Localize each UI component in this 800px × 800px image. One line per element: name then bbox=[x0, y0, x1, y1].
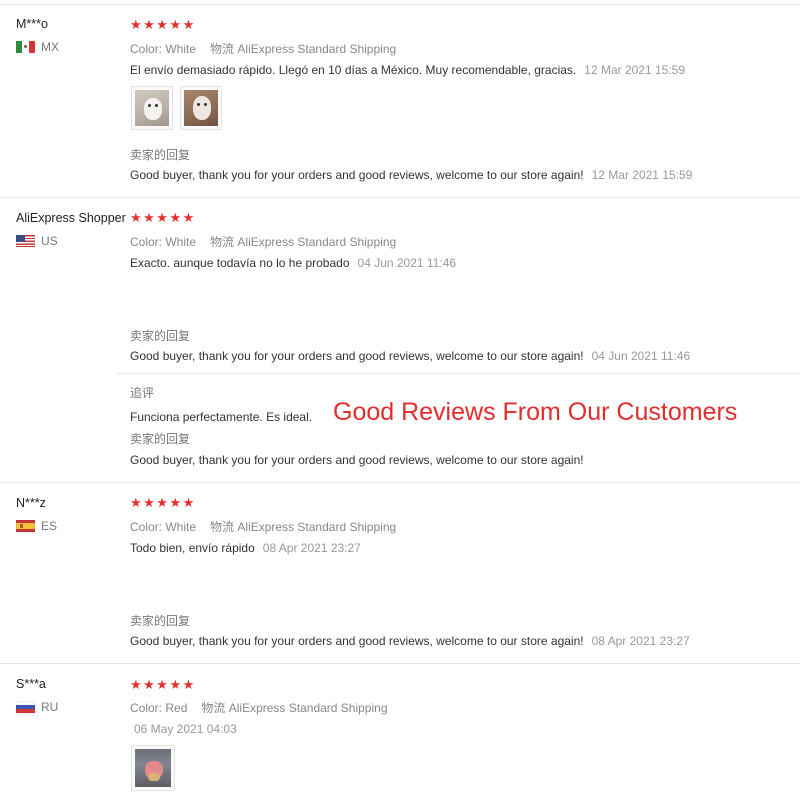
spain-flag-icon bbox=[16, 520, 35, 532]
promo-overlay-text: Good Reviews From Our Customers bbox=[333, 398, 738, 426]
review-text: Todo bien, envío rápido bbox=[130, 541, 255, 555]
seller-reply-text: Good buyer, thank you for your orders an… bbox=[130, 168, 584, 182]
reviewer-country: ES bbox=[16, 519, 57, 533]
color-value: Red bbox=[165, 701, 188, 715]
reviewer-name: S***a bbox=[16, 677, 46, 691]
seller-reply-text: Good buyer, thank you for your orders an… bbox=[130, 349, 584, 363]
color-value: White bbox=[165, 520, 197, 534]
bear-toy-photo bbox=[144, 98, 162, 120]
seller-reply-date: 08 Apr 2021 23:27 bbox=[591, 634, 690, 648]
review-divider bbox=[0, 482, 800, 483]
order-info: Color: White 物流 AliExpress Standard Shipp… bbox=[130, 40, 396, 57]
logistics-label: 物流 bbox=[210, 235, 235, 249]
followup-title: 追评 bbox=[130, 386, 155, 400]
rating-stars: ★★★★★ bbox=[130, 677, 196, 692]
reviewer-country: RU bbox=[16, 700, 58, 714]
seller-reply-line: Good buyer, thank you for your orders an… bbox=[130, 349, 690, 363]
review-text-line: Exacto. aunque todavía no lo he probado 0… bbox=[130, 256, 456, 270]
reviewer-country: US bbox=[16, 234, 58, 248]
shipping-value: AliExpress Standard Shipping bbox=[237, 42, 397, 56]
seller-reply-line: Good buyer, thank you for your orders an… bbox=[130, 634, 690, 648]
review-date: 08 Apr 2021 23:27 bbox=[262, 541, 361, 555]
seller-reply-title: 卖家的回复 bbox=[130, 148, 191, 162]
review-date: 12 Mar 2021 15:59 bbox=[584, 63, 686, 77]
review-photo-thumbnail[interactable] bbox=[131, 86, 173, 130]
reviewer-country: MX bbox=[16, 40, 59, 54]
review-text-line: Todo bien, envío rápido 08 Apr 2021 23:27 bbox=[130, 541, 361, 555]
color-label: Color: bbox=[130, 520, 163, 534]
seller-reply-line: Good buyer, thank you for your orders an… bbox=[130, 168, 692, 182]
top-divider bbox=[0, 4, 800, 5]
logistics-label: 物流 bbox=[210, 520, 235, 534]
order-info: Color: White 物流 AliExpress Standard Shipp… bbox=[130, 233, 396, 250]
review-photo-thumbnail[interactable] bbox=[180, 86, 222, 130]
shipping-value: AliExpress Standard Shipping bbox=[228, 701, 388, 715]
review-date: 06 May 2021 04:03 bbox=[134, 722, 237, 736]
shipping-value: AliExpress Standard Shipping bbox=[237, 235, 397, 249]
usa-flag-icon bbox=[16, 235, 35, 247]
review-divider bbox=[0, 197, 800, 198]
rating-stars: ★★★★★ bbox=[130, 495, 196, 510]
seller-reply-date: 04 Jun 2021 11:46 bbox=[591, 349, 691, 363]
order-info: Color: Red 物流 AliExpress Standard Shippin… bbox=[130, 699, 388, 716]
review-date-line: 06 May 2021 04:03 bbox=[134, 722, 237, 736]
country-code: MX bbox=[41, 40, 59, 54]
review-text-line: El envío demasiado rápido. Llegó en 10 d… bbox=[130, 63, 685, 77]
rating-stars: ★★★★★ bbox=[130, 210, 196, 225]
review-text: Exacto. aunque todavía no lo he probado bbox=[130, 256, 350, 270]
country-code: ES bbox=[41, 519, 58, 533]
shipping-value: AliExpress Standard Shipping bbox=[237, 520, 397, 534]
logistics-label: 物流 bbox=[210, 42, 235, 56]
color-value: White bbox=[165, 235, 197, 249]
rating-stars: ★★★★★ bbox=[130, 17, 196, 32]
seller-reply-title: 卖家的回复 bbox=[130, 614, 191, 628]
followup-seller-reply-text: Good buyer, thank you for your orders an… bbox=[130, 453, 584, 467]
color-label: Color: bbox=[130, 701, 163, 715]
reviewer-name: M***o bbox=[16, 17, 48, 31]
country-code: US bbox=[41, 234, 58, 248]
seller-reply-date: 12 Mar 2021 15:59 bbox=[591, 168, 693, 182]
seller-reply-title: 卖家的回复 bbox=[130, 329, 191, 343]
review-divider bbox=[0, 663, 800, 664]
reviewer-name: N***z bbox=[16, 496, 46, 510]
review-text: El envío demasiado rápido. Llegó en 10 d… bbox=[130, 63, 577, 77]
russia-flag-icon bbox=[16, 701, 35, 713]
review-photo-thumbnail[interactable] bbox=[131, 745, 175, 791]
seller-reply-title: 卖家的回复 bbox=[130, 432, 191, 446]
mexico-flag-icon bbox=[16, 41, 35, 53]
order-info: Color: White 物流 AliExpress Standard Shipp… bbox=[130, 518, 396, 535]
bear-toy-photo bbox=[193, 96, 211, 120]
color-value: White bbox=[165, 42, 197, 56]
review-date: 04 Jun 2021 11:46 bbox=[357, 256, 457, 270]
followup-divider bbox=[116, 373, 800, 374]
logistics-label: 物流 bbox=[201, 701, 226, 715]
reviewer-name: AliExpress Shopper bbox=[16, 211, 126, 225]
seller-reply-text: Good buyer, thank you for your orders an… bbox=[130, 634, 584, 648]
color-label: Color: bbox=[130, 235, 163, 249]
followup-text: Funciona perfectamente. Es ideal. bbox=[130, 410, 313, 424]
color-label: Color: bbox=[130, 42, 163, 56]
country-code: RU bbox=[41, 700, 59, 714]
